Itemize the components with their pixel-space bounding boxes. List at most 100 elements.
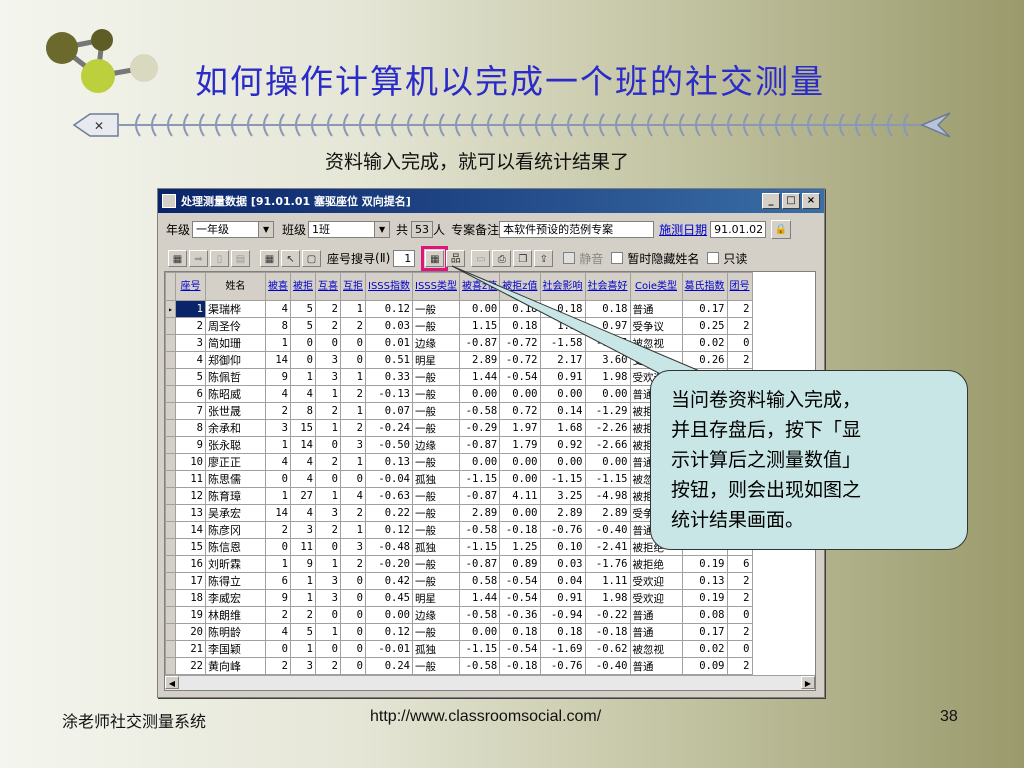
table-cell[interactable]: 一般 (412, 419, 460, 437)
table-cell[interactable]: 0.18 (539, 623, 586, 641)
table-cell[interactable]: 边缘 (412, 334, 460, 352)
table-cell[interactable]: 边缘 (412, 436, 460, 454)
table-cell[interactable]: 11 (290, 538, 316, 556)
table-cell[interactable]: 渠瑞桦 (205, 300, 266, 318)
table-cell[interactable]: 0.02 (681, 640, 728, 658)
table-cell[interactable]: 0 (340, 334, 366, 352)
table-cell[interactable]: 0.07 (365, 402, 413, 420)
column-header[interactable]: 葛氏指数 (681, 272, 728, 301)
table-cell[interactable]: 19 (175, 606, 206, 624)
table-cell[interactable]: 17 (175, 572, 206, 590)
table-cell[interactable]: 陈思儒 (205, 470, 266, 488)
table-cell[interactable]: 2 (340, 504, 366, 522)
table-cell[interactable]: 明星 (412, 351, 460, 369)
table-cell[interactable]: 受欢迎 (629, 572, 683, 590)
table-cell[interactable]: 1.98 (584, 589, 631, 607)
table-cell[interactable]: -0.40 (584, 521, 631, 539)
table-row[interactable]: 4 郑御仰 14 0 3 0 0.51 明星 2.89 -0.72 2.17 3.60 受欢迎 0.26 2 (165, 351, 753, 369)
table-cell[interactable]: 0.00 (499, 385, 541, 403)
hide-names-checkbox[interactable] (611, 252, 624, 264)
table-cell[interactable]: 21 (175, 640, 206, 658)
row-header[interactable] (165, 623, 176, 641)
row-header[interactable] (165, 487, 176, 505)
table-cell[interactable]: -0.40 (584, 657, 631, 675)
table-cell[interactable]: 受欢迎 (629, 589, 683, 607)
minimize-button[interactable]: _ (762, 193, 780, 209)
table-cell[interactable]: 3 (315, 572, 341, 590)
table-cell[interactable]: 4 (265, 453, 291, 471)
table-cell[interactable]: 0.97 (584, 317, 631, 335)
table-cell[interactable]: 0.24 (365, 657, 413, 675)
table-cell[interactable]: 12 (175, 487, 206, 505)
column-header[interactable]: 被喜 (265, 272, 291, 301)
table-cell[interactable]: 8 (175, 419, 206, 437)
table-cell[interactable]: 0.03 (365, 317, 413, 335)
grid-icon[interactable]: ▦ (168, 249, 187, 267)
table-cell[interactable]: -0.54 (499, 589, 541, 607)
row-header[interactable] (165, 453, 176, 471)
table-cell[interactable]: 9 (265, 368, 291, 386)
table-cell[interactable]: 黄向峰 (205, 657, 266, 675)
table-cell[interactable]: 1 (340, 368, 366, 386)
table-cell[interactable]: 被拒绝 (629, 555, 683, 573)
table-cell[interactable]: 受欢迎 (629, 351, 683, 369)
row-header[interactable] (165, 657, 176, 675)
table-cell[interactable]: 1 (340, 300, 366, 318)
table-cell[interactable]: 1 (265, 334, 291, 352)
read-only-checkbox[interactable] (707, 252, 720, 264)
table-cell[interactable]: 4 (290, 453, 316, 471)
table-cell[interactable]: 1.68 (539, 419, 586, 437)
table-cell[interactable]: -1.29 (584, 402, 631, 420)
table-cell[interactable]: -0.62 (584, 640, 631, 658)
table-cell[interactable]: 孤独 (412, 538, 460, 556)
table-cell[interactable]: 0 (315, 334, 341, 352)
doc-icon[interactable]: ▯ (210, 249, 229, 267)
table-cell[interactable]: 2 (340, 555, 366, 573)
table-cell[interactable]: 14 (175, 521, 206, 539)
arrow-right-icon[interactable]: ➡ (189, 249, 208, 267)
table-cell[interactable]: -2.26 (584, 419, 631, 437)
table-cell[interactable]: -1.69 (539, 640, 586, 658)
table-cell[interactable]: 0.22 (365, 504, 413, 522)
column-header[interactable]: 社会喜好 (584, 272, 631, 301)
table-cell[interactable]: 陈得立 (205, 572, 266, 590)
table-cell[interactable]: 一般 (412, 521, 460, 539)
table-cell[interactable]: 3 (175, 334, 206, 352)
table-cell[interactable]: -0.22 (584, 606, 631, 624)
row-header[interactable] (165, 317, 176, 335)
table-cell[interactable]: 0.13 (681, 572, 728, 590)
table-cell[interactable]: 一般 (412, 317, 460, 335)
table-cell[interactable]: 1.15 (458, 317, 501, 335)
folder-icon[interactable]: ▭ (471, 249, 491, 267)
note-field[interactable]: 本软件预设的范例专案 (499, 220, 655, 238)
table-cell[interactable]: 0.25 (681, 317, 728, 335)
table-cell[interactable]: 13 (175, 504, 206, 522)
table-cell[interactable]: 1 (290, 640, 316, 658)
cursor-icon[interactable]: ↖ (281, 249, 300, 267)
table-cell[interactable]: -0.36 (499, 606, 541, 624)
date-link[interactable]: 施测日期 (659, 221, 707, 238)
table-cell[interactable]: 0.00 (499, 470, 541, 488)
table-cell[interactable]: 1 (315, 623, 341, 641)
printer-icon[interactable]: ⎙ (492, 249, 512, 267)
calc-result-icon[interactable]: ▦ (421, 245, 449, 271)
table-cell[interactable]: 3 (315, 589, 341, 607)
table-cell[interactable]: 0 (315, 640, 341, 658)
table-cell[interactable]: 2 (726, 572, 753, 590)
table-cell[interactable]: 6 (726, 555, 753, 573)
table-cell[interactable]: 0 (340, 657, 366, 675)
table-cell[interactable]: 16 (175, 555, 206, 573)
table-cell[interactable]: 0 (726, 334, 753, 352)
table-cell[interactable]: 0.91 (539, 589, 586, 607)
table-cell[interactable]: 一般 (412, 572, 460, 590)
row-header[interactable] (165, 589, 176, 607)
table-cell[interactable]: 边缘 (412, 606, 460, 624)
table-cell[interactable]: 3 (265, 419, 291, 437)
table-cell[interactable]: 0 (315, 436, 341, 454)
table-row[interactable]: 18 李威宏 9 1 3 0 0.45 明星 1.44 -0.54 0.91 1.98 受欢迎 0.19 2 (165, 589, 753, 607)
table-cell[interactable]: -0.58 (458, 402, 501, 420)
table-cell[interactable]: -0.87 (458, 487, 501, 505)
table-cell[interactable]: 2 (726, 317, 753, 335)
class-select[interactable]: 1班 ▼ (308, 220, 391, 238)
table-cell[interactable]: 1 (315, 419, 341, 437)
